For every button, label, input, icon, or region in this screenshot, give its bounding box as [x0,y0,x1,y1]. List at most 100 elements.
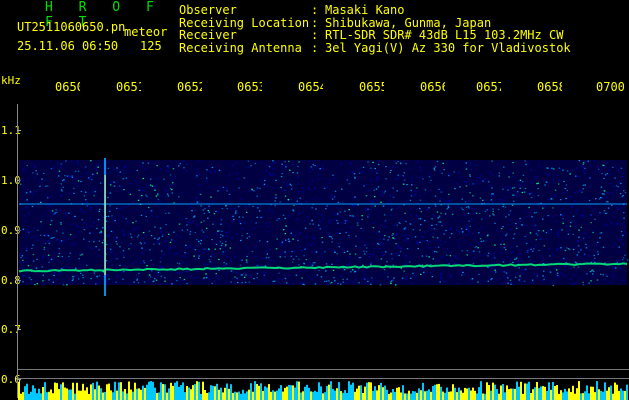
noise-dot [119,264,121,266]
level-bar [340,391,342,400]
noise-dot [82,227,85,229]
noise-dot [419,218,422,220]
noise-dot [585,243,587,245]
noise-dot [19,276,21,278]
noise-dot [617,169,619,171]
noise-dot [385,226,387,228]
noise-dot [283,240,285,242]
noise-dot [67,176,70,179]
noise-dot [338,246,340,248]
noise-dot [20,256,22,259]
noise-dot [196,239,198,241]
noise-dot [29,191,32,193]
noise-dot [289,183,291,185]
noise-dot [331,198,334,200]
noise-dot [160,250,163,252]
noise-dot [527,163,530,165]
noise-dot [477,176,479,178]
noise-dot [375,208,378,210]
noise-dot [440,274,442,276]
noise-dot [220,219,223,221]
noise-dot [281,227,284,229]
noise-dot [523,183,526,185]
noise-dot [166,193,169,195]
noise-dot [19,261,21,263]
noise-dot [534,245,537,247]
level-bar [56,383,58,400]
noise-dot [589,164,592,166]
noise-dot [538,230,540,232]
noise-dot [22,185,25,187]
noise-dot [551,198,553,200]
noise-dot [40,187,42,189]
level-bar [460,390,462,400]
noise-dot [409,257,411,259]
noise-dot [515,227,518,229]
noise-dot [561,229,563,231]
noise-dot [182,255,184,257]
noise-dot [566,230,569,232]
level-bar [70,389,72,400]
noise-dot [46,185,49,187]
noise-dot [22,170,25,172]
noise-dot [25,250,28,252]
noise-dot [473,256,476,259]
noise-dot [401,277,404,279]
noise-dot [504,247,506,249]
noise-dot [259,205,262,207]
noise-dot [226,186,228,189]
level-bar [324,392,326,400]
noise-dot [393,277,395,279]
noise-dot [298,258,300,260]
level-bar [580,393,582,400]
noise-dot [206,264,209,266]
noise-dot [251,188,253,190]
noise-dot [502,226,504,228]
noise-dot [407,238,409,240]
noise-dot [361,171,364,173]
noise-dot [84,262,86,264]
noise-dot [422,178,424,180]
noise-dot [57,255,60,257]
noise-dot [246,237,248,239]
noise-dot [392,264,394,266]
noise-dot [602,274,604,276]
noise-dot [99,232,101,234]
noise-dot [358,238,360,240]
noise-dot [418,240,421,242]
noise-dot [409,223,412,225]
level-bar [364,386,366,400]
noise-dot [149,178,152,180]
noise-dot [208,170,211,172]
noise-dot [520,253,523,255]
noise-dot [236,277,238,279]
noise-dot [279,256,281,258]
noise-dot [571,205,573,207]
noise-dot [569,225,572,227]
level-bar [546,391,548,400]
noise-dot [42,200,44,202]
noise-dot [389,171,392,174]
noise-dot [431,218,433,220]
noise-dot [500,243,502,246]
level-bar [210,385,212,400]
noise-dot [437,246,440,248]
level-bar [344,390,346,400]
level-bar [264,386,266,400]
noise-dot [461,274,463,276]
noise-dot [340,238,342,240]
noise-dot [620,267,622,269]
level-bar [466,388,468,400]
noise-dot [554,196,556,198]
noise-dot [502,188,504,190]
noise-dot [137,238,139,240]
noise-dot [409,201,411,203]
noise-dot [565,197,567,200]
level-bar [462,392,464,400]
noise-dot [266,164,268,167]
noise-dot [186,247,188,249]
noise-dot [217,190,219,192]
noise-dot [334,219,337,221]
level-bar [476,393,478,400]
noise-dot [184,255,187,258]
